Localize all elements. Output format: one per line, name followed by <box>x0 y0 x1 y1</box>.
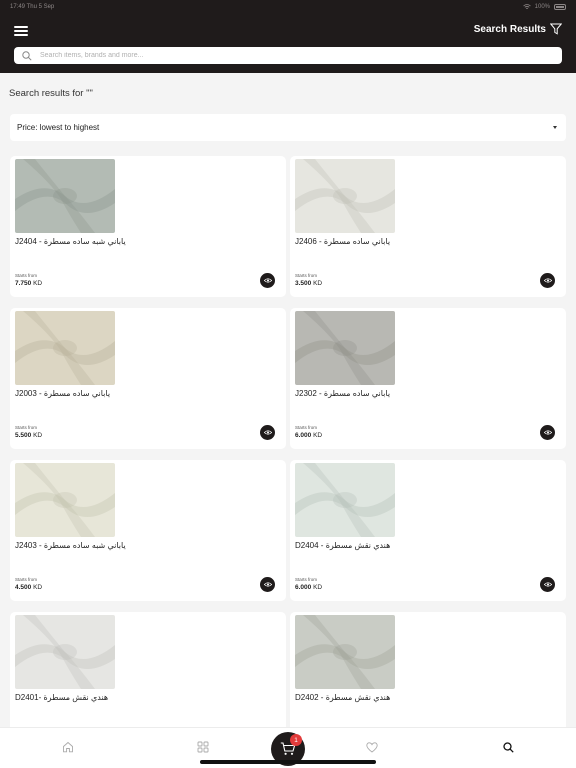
search-input[interactable] <box>40 52 540 59</box>
product-image <box>295 311 395 385</box>
product-price: 5.500 KD <box>15 432 42 439</box>
nav-wishlist[interactable] <box>365 740 379 754</box>
price-currency: KD <box>33 280 43 287</box>
product-name: J2003 - ياباني ساده مسطرة <box>15 389 111 398</box>
product-name: D2402 - هندي نقش مسطرة <box>295 693 391 702</box>
menu-icon-line <box>14 34 28 36</box>
eye-icon <box>543 582 552 587</box>
quick-view-button[interactable] <box>260 577 275 592</box>
price-value: 5.500 <box>15 432 32 439</box>
eye-icon <box>543 278 552 283</box>
chevron-down-icon <box>553 126 557 129</box>
product-image <box>295 463 395 537</box>
search-bar <box>14 47 562 64</box>
battery-icon <box>554 4 566 10</box>
search-results-label: Search results for "" <box>9 88 93 99</box>
product-image <box>295 159 395 233</box>
fabric-image <box>15 159 115 233</box>
price-value: 6.000 <box>295 584 312 591</box>
home-icon <box>63 741 73 753</box>
price-value: 4.500 <box>15 584 32 591</box>
page-title: Search Results <box>473 24 546 35</box>
sort-dropdown[interactable]: Price: lowest to highest <box>10 114 566 141</box>
product-price: 3.500 KD <box>295 280 322 287</box>
product-price: 6.000 KD <box>295 584 322 591</box>
product-card[interactable]: J2302 - ياباني ساده مسطرة Starts from 6.… <box>290 308 566 449</box>
price-value: 6.000 <box>295 432 312 439</box>
product-card[interactable]: J2406 - ياباني ساده مسطرة Starts from 3.… <box>290 156 566 297</box>
fabric-image <box>295 615 395 689</box>
price-currency: KD <box>33 584 43 591</box>
product-card[interactable]: J2404 - ياباني شبه ساده مسطرة Starts fro… <box>10 156 286 297</box>
menu-icon-line <box>14 26 28 28</box>
price-currency: KD <box>33 432 43 439</box>
nav-search[interactable] <box>501 740 515 754</box>
battery-percent: 100% <box>534 4 550 10</box>
product-card[interactable]: J2403 - ياباني شبه ساده مسطرة Starts fro… <box>10 460 286 601</box>
grid-icon <box>197 741 209 753</box>
price-currency: KD <box>313 584 323 591</box>
product-price: 4.500 KD <box>15 584 42 591</box>
status-time: 17:49 <box>10 4 26 10</box>
product-price: 7.750 KD <box>15 280 42 287</box>
quick-view-button[interactable] <box>260 273 275 288</box>
product-name: J2406 - ياباني ساده مسطرة <box>295 237 391 246</box>
heart-icon <box>366 741 378 753</box>
menu-icon-line <box>14 30 28 32</box>
eye-icon <box>263 582 272 587</box>
price-value: 3.500 <box>295 280 312 287</box>
status-right: 100% <box>522 4 566 10</box>
fabric-image <box>295 463 395 537</box>
product-image <box>15 159 115 233</box>
product-name: J2302 - ياباني ساده مسطرة <box>295 389 391 398</box>
eye-icon <box>543 430 552 435</box>
fabric-image <box>295 159 395 233</box>
app-header: Search Results <box>0 14 576 73</box>
eye-icon <box>263 430 272 435</box>
price-from-label: Starts from <box>15 577 38 582</box>
search-icon <box>22 50 32 61</box>
product-name: J2404 - ياباني شبه ساده مسطرة <box>15 237 126 246</box>
price-value: 7.750 <box>15 280 32 287</box>
eye-icon <box>263 278 272 283</box>
product-card[interactable]: J2003 - ياباني ساده مسطرة Starts from 5.… <box>10 308 286 449</box>
product-name: D2404 - هندي نقش مسطرة <box>295 541 391 550</box>
product-image <box>15 463 115 537</box>
home-indicator <box>200 760 376 764</box>
product-image <box>15 615 115 689</box>
status-date: Thu 5 Sep <box>26 4 55 10</box>
menu-button[interactable] <box>14 26 28 36</box>
nav-home[interactable] <box>61 740 75 754</box>
price-currency: KD <box>313 280 323 287</box>
product-price: 6.000 KD <box>295 432 322 439</box>
price-from-label: Starts from <box>15 425 38 430</box>
status-left: 17:49 Thu 5 Sep <box>10 4 54 10</box>
status-bar: 17:49 Thu 5 Sep 100% <box>0 0 576 14</box>
quick-view-button[interactable] <box>540 273 555 288</box>
product-image <box>15 311 115 385</box>
cart-count-badge: 1 <box>290 734 302 746</box>
fabric-image <box>15 311 115 385</box>
sort-selected-value: Price: lowest to highest <box>17 123 100 132</box>
price-from-label: Starts from <box>295 577 318 582</box>
price-from-label: Starts from <box>295 425 318 430</box>
search-icon <box>502 741 514 753</box>
product-image <box>295 615 395 689</box>
fabric-image <box>15 463 115 537</box>
price-from-label: Starts from <box>295 273 318 278</box>
price-from-label: Starts from <box>15 273 38 278</box>
fabric-image <box>15 615 115 689</box>
product-name: J2403 - ياباني شبه ساده مسطرة <box>15 541 126 550</box>
product-name: D2401- هندي نقش مسطرة <box>15 693 109 702</box>
price-currency: KD <box>313 432 323 439</box>
fabric-image <box>295 311 395 385</box>
filter-icon[interactable] <box>550 23 562 35</box>
quick-view-button[interactable] <box>540 425 555 440</box>
product-card[interactable]: D2404 - هندي نقش مسطرة Starts from 6.000… <box>290 460 566 601</box>
quick-view-button[interactable] <box>540 577 555 592</box>
quick-view-button[interactable] <box>260 425 275 440</box>
nav-categories[interactable] <box>196 740 210 754</box>
wifi-icon <box>522 4 531 9</box>
